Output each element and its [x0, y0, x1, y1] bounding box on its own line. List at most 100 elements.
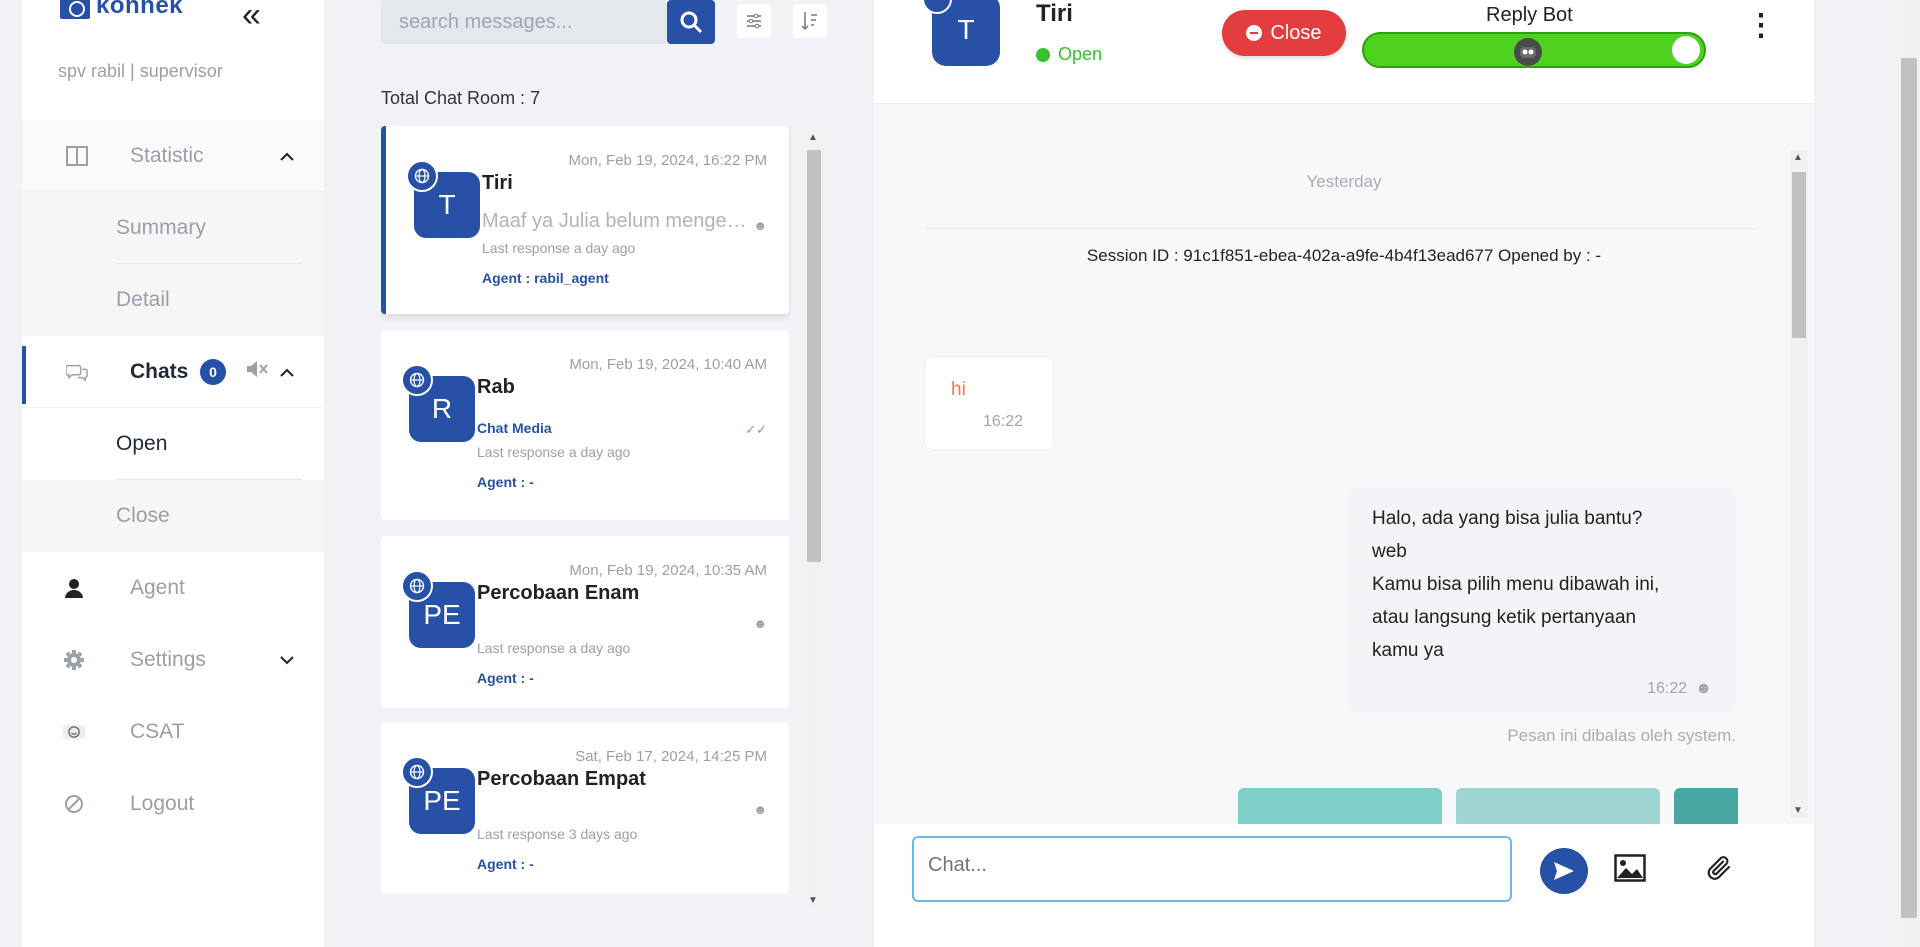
room-time: Mon, Feb 19, 2024, 16:22 PM	[568, 152, 767, 169]
chat-room-item[interactable]: PE Mon, Feb 19, 2024, 10:35 AM Percobaan…	[381, 536, 789, 708]
scrollbar-thumb[interactable]	[1901, 58, 1917, 918]
sidebar-item-summary[interactable]: Summary	[22, 192, 324, 264]
sidebar-item-label: Chats	[130, 359, 189, 383]
minus-circle-icon	[1246, 25, 1263, 41]
room-time: Sat, Feb 17, 2024, 14:25 PM	[575, 748, 767, 765]
sidebar-item-csat[interactable]: CSAT	[22, 696, 324, 768]
logout-icon	[62, 792, 86, 816]
sliders-icon	[747, 13, 761, 29]
search-button[interactable]	[667, 0, 715, 44]
attach-image-button[interactable]	[1612, 850, 1648, 886]
send-button[interactable]	[1540, 848, 1588, 894]
status-label: Open	[1058, 44, 1103, 64]
sidebar-item-label: Open	[116, 432, 168, 455]
scrollbar-thumb[interactable]	[1792, 172, 1806, 338]
globe-icon	[401, 570, 433, 602]
room-agent: Agent : -	[477, 856, 534, 872]
message-line: web	[1372, 541, 1407, 562]
reply-bot-toggle[interactable]	[1362, 32, 1706, 68]
message-scrollbar[interactable]: ▲ ▼	[1790, 150, 1808, 818]
sidebar-item-settings[interactable]: Settings	[22, 624, 324, 696]
message-text: Halo, ada yang bisa julia bantu? web Kam…	[1372, 502, 1712, 667]
total-chat-rooms: Total Chat Room : 7	[381, 88, 541, 108]
scroll-up-icon[interactable]: ▲	[808, 132, 818, 143]
person-icon	[62, 576, 86, 600]
filter-button[interactable]	[737, 4, 771, 38]
chat-input[interactable]	[912, 836, 1512, 902]
sidebar-item-agent[interactable]: Agent	[22, 552, 324, 624]
close-chat-button[interactable]: Close	[1222, 10, 1346, 56]
search-icon	[680, 11, 703, 34]
scroll-down-icon[interactable]: ▼	[1793, 805, 1803, 816]
incoming-message: hi 16:22	[924, 356, 1054, 450]
collapse-sidebar-icon[interactable]: «	[242, 0, 261, 32]
scroll-down-icon[interactable]: ▼	[808, 895, 818, 906]
scrollbar-thumb[interactable]	[807, 150, 821, 562]
chat-bubbles-icon	[66, 361, 88, 383]
status-dot-icon	[1036, 47, 1050, 62]
message-meta: 16:22 ☻	[1647, 680, 1712, 698]
smiley-icon	[62, 720, 86, 744]
mute-sound-icon[interactable]	[246, 359, 268, 385]
search-input[interactable]: search messages...	[381, 0, 667, 44]
message-line: kamu ya	[1372, 640, 1444, 661]
room-last-response: Last response a day ago	[482, 240, 636, 256]
chevron-up-icon	[280, 145, 294, 166]
attach-file-button[interactable]	[1702, 850, 1738, 886]
message-line: Kamu bisa pilih menu dibawah ini,	[1372, 574, 1660, 595]
system-note: Pesan ini dibalas oleh system.	[1507, 726, 1736, 745]
menu-card-image[interactable]	[1674, 788, 1738, 824]
room-last-response: Last response a day ago	[477, 640, 631, 656]
room-preview: Maaf ya Julia belum mengerti maksud kamu	[482, 210, 752, 232]
sidebar-item-label: Close	[116, 504, 170, 527]
bot-icon: ☻	[753, 218, 767, 233]
sidebar-item-label: Detail	[116, 288, 170, 311]
message-time: 16:22	[983, 413, 1024, 430]
bot-icon: ☻	[1695, 680, 1712, 697]
message-line: Halo, ada yang bisa julia bantu?	[1372, 508, 1643, 529]
menu-card-image[interactable]	[1456, 788, 1660, 824]
sidebar-item-label: Statistic	[130, 143, 204, 167]
room-time: Mon, Feb 19, 2024, 10:40 AM	[569, 356, 767, 373]
book-icon	[66, 145, 88, 167]
sort-button[interactable]	[793, 4, 827, 38]
more-options-icon[interactable]: ⋮	[1746, 11, 1776, 41]
session-info: Session ID : 91c1f851-ebea-402a-a9fe-4b4…	[1086, 246, 1602, 265]
double-check-icon: ✓✓	[745, 422, 767, 437]
room-preview: Chat Media	[477, 420, 552, 436]
scroll-up-icon[interactable]: ▲	[1793, 152, 1803, 163]
contact-name: Tiri	[1036, 0, 1073, 27]
unread-count-badge: 0	[200, 358, 226, 385]
chat-list-scrollbar[interactable]: ▲ ▼	[805, 130, 823, 908]
image-icon	[1614, 854, 1646, 882]
sidebar-item-open[interactable]: Open	[22, 408, 324, 480]
logo: konnek	[60, 0, 183, 20]
room-name: Percobaan Enam	[477, 582, 640, 604]
chat-room-list: T Mon, Feb 19, 2024, 16:22 PM Tiri Maaf …	[381, 126, 791, 906]
active-indicator	[22, 346, 26, 404]
room-agent: Agent : -	[477, 474, 534, 490]
logo-text: konnek	[96, 0, 184, 19]
send-icon	[1554, 862, 1574, 880]
menu-card-image[interactable]	[1238, 788, 1442, 824]
sidebar-item-close[interactable]: Close	[22, 480, 324, 552]
sidebar-item-logout[interactable]: Logout	[22, 768, 324, 840]
menu-cards	[1238, 788, 1738, 824]
globe-icon	[401, 756, 433, 788]
chat-room-item[interactable]: PE Sat, Feb 17, 2024, 14:25 PM Percobaan…	[381, 722, 789, 894]
bot-icon: ☻	[753, 616, 767, 631]
reply-bot-label: Reply Bot	[1486, 4, 1573, 26]
chat-room-item[interactable]: T Mon, Feb 19, 2024, 16:22 PM Tiri Maaf …	[381, 126, 789, 314]
chat-room-item[interactable]: R Mon, Feb 19, 2024, 10:40 AM Rab Chat M…	[381, 330, 789, 520]
chat-list-panel: search messages... Total Chat Room : 7 T…	[381, 0, 829, 947]
logo-icon	[60, 0, 90, 19]
sidebar-item-statistic[interactable]: Statistic	[22, 120, 324, 192]
room-name: Tiri	[482, 172, 513, 194]
sidebar-item-detail[interactable]: Detail	[22, 264, 324, 336]
page-scrollbar[interactable]	[1898, 0, 1920, 947]
message-time: 16:22	[1647, 680, 1688, 697]
message-line: atau langsung ketik pertanyaan	[1372, 607, 1637, 628]
bot-icon: ☻	[753, 802, 767, 817]
room-time: Mon, Feb 19, 2024, 10:35 AM	[569, 562, 767, 579]
sidebar-item-chats[interactable]: Chats 0	[22, 336, 324, 408]
